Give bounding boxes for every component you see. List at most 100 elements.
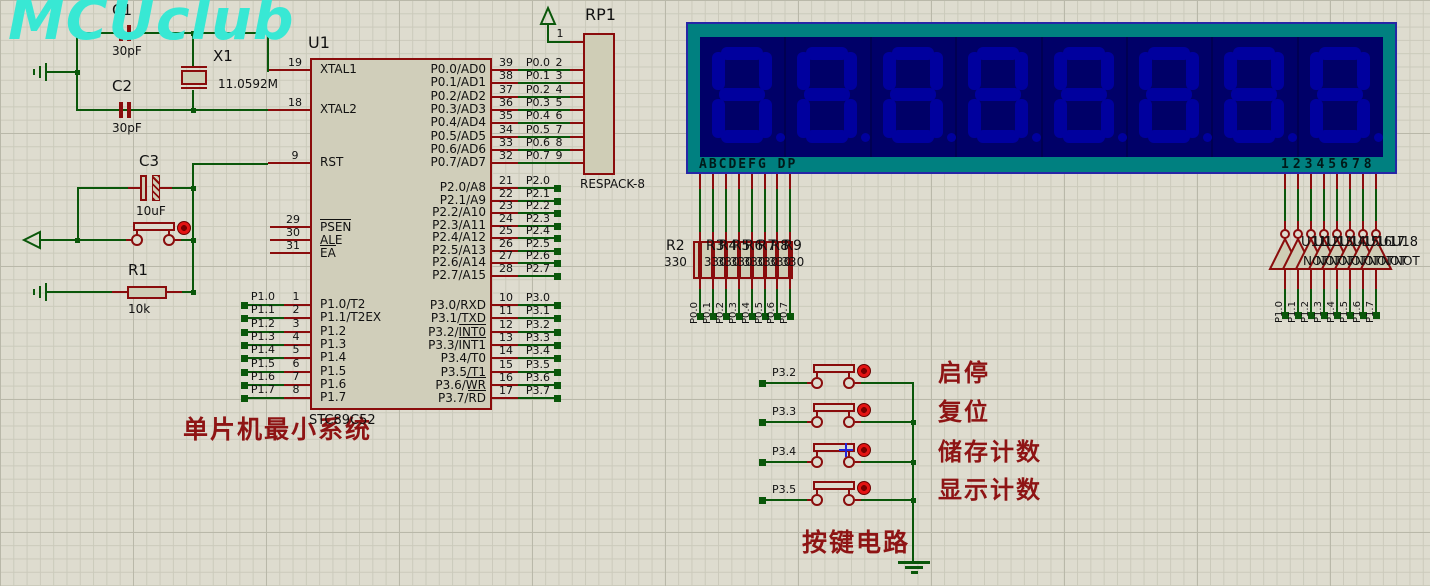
wire	[750, 189, 753, 232]
pin-number: 10	[499, 291, 513, 304]
c3-value: 10uF	[136, 204, 166, 218]
digit-separator	[1040, 37, 1043, 157]
wire	[776, 174, 779, 189]
shape	[539, 5, 557, 25]
wire	[861, 461, 913, 463]
key-caption: 启停	[938, 359, 990, 387]
capacitor-c3-plate	[140, 175, 147, 201]
button-actuator-icon[interactable]	[857, 403, 871, 417]
net-label-vertical: P0.6	[766, 302, 778, 324]
display-pin-labels-left: ABCDEFG DP	[699, 157, 798, 172]
button-terminal	[811, 494, 823, 506]
reset-button[interactable]	[133, 222, 175, 231]
pin-name-group: P3.7/RD	[332, 390, 486, 406]
pin-name: P0.6/AD6	[430, 141, 486, 156]
segment	[1318, 130, 1361, 143]
pin-number: 17	[499, 384, 513, 398]
wire	[77, 109, 268, 111]
wire	[1284, 174, 1286, 189]
wire	[711, 189, 714, 232]
net-label-vertical: P1.4	[1326, 301, 1337, 323]
pin-number: 9	[291, 149, 299, 162]
wire	[1323, 189, 1325, 221]
wire	[518, 397, 556, 400]
wire	[762, 499, 807, 501]
net-label: P0.3	[525, 95, 551, 109]
junction-dot	[191, 290, 196, 295]
wire	[1375, 174, 1377, 189]
wire	[570, 148, 583, 151]
net-label: P0.1	[525, 69, 551, 83]
c3-ref: C3	[139, 152, 160, 170]
segment	[1062, 47, 1105, 60]
segment	[1145, 88, 1192, 101]
pin-number: 31	[286, 239, 300, 252]
mcu-ref: U1	[308, 33, 330, 52]
wire	[1310, 174, 1312, 189]
button-actuator-icon[interactable]	[177, 221, 191, 235]
wire	[112, 291, 127, 293]
key-button[interactable]	[813, 364, 855, 373]
segment	[929, 52, 943, 90]
key-button[interactable]	[813, 403, 855, 412]
wire	[244, 397, 284, 400]
net-label-vertical: P1.0	[1274, 301, 1285, 323]
capacitor-c2	[119, 102, 123, 118]
wire	[160, 187, 172, 189]
net-label-vertical: P0.5	[753, 302, 765, 324]
capacitor-c2	[127, 102, 131, 118]
button-actuator-icon[interactable]	[857, 443, 871, 457]
button-actuator-icon[interactable]	[857, 481, 871, 495]
segment	[1100, 52, 1114, 90]
pin-number: 32	[499, 149, 513, 163]
segment	[1231, 88, 1278, 101]
net-label-vertical: P0.3	[727, 302, 739, 324]
net-label-vertical: P1.3	[1313, 301, 1324, 323]
net-label: P3.5	[525, 357, 551, 371]
wire	[1284, 189, 1286, 221]
segment	[1062, 130, 1105, 143]
net-terminal	[759, 380, 766, 387]
net-label-vertical: P0.0	[689, 302, 700, 324]
wire	[699, 232, 701, 243]
wire	[492, 162, 518, 165]
rp1-pin1: 1	[556, 27, 564, 40]
pin-number: 23	[499, 199, 513, 212]
segment	[1053, 52, 1067, 90]
net-terminal	[554, 185, 561, 192]
segment	[806, 130, 849, 143]
wire	[570, 162, 583, 165]
button-terminal	[843, 377, 855, 389]
button-terminal	[131, 234, 143, 246]
junction-dot	[75, 238, 80, 243]
wire	[1310, 189, 1312, 221]
resistor-value: 330	[781, 255, 805, 269]
wire	[1375, 189, 1377, 221]
wire	[172, 187, 193, 189]
wire	[33, 69, 35, 75]
wire	[39, 286, 41, 298]
segment	[721, 47, 763, 60]
key-button[interactable]	[813, 481, 855, 490]
pin-number: 11	[499, 304, 513, 318]
net-terminal	[554, 315, 561, 323]
pin-number: 18	[288, 96, 302, 109]
net-label: P0.0	[525, 56, 551, 69]
button-terminal	[163, 234, 175, 246]
net-terminal	[554, 368, 561, 376]
pin-name-group: P3.0/RXD	[332, 298, 486, 312]
wire	[45, 63, 47, 81]
wire	[268, 109, 310, 111]
segment	[977, 130, 1020, 143]
wire	[762, 461, 807, 463]
wire	[518, 274, 556, 277]
net-terminal	[759, 497, 766, 504]
segment	[1138, 52, 1152, 90]
button-actuator-icon[interactable]	[857, 364, 871, 378]
segment	[1015, 52, 1029, 90]
wire	[724, 174, 727, 189]
net-label: P3.5	[772, 483, 797, 496]
net-terminal	[554, 247, 561, 255]
mcuclub-logo: MCUclub	[8, 0, 295, 53]
button-terminal	[811, 416, 823, 428]
